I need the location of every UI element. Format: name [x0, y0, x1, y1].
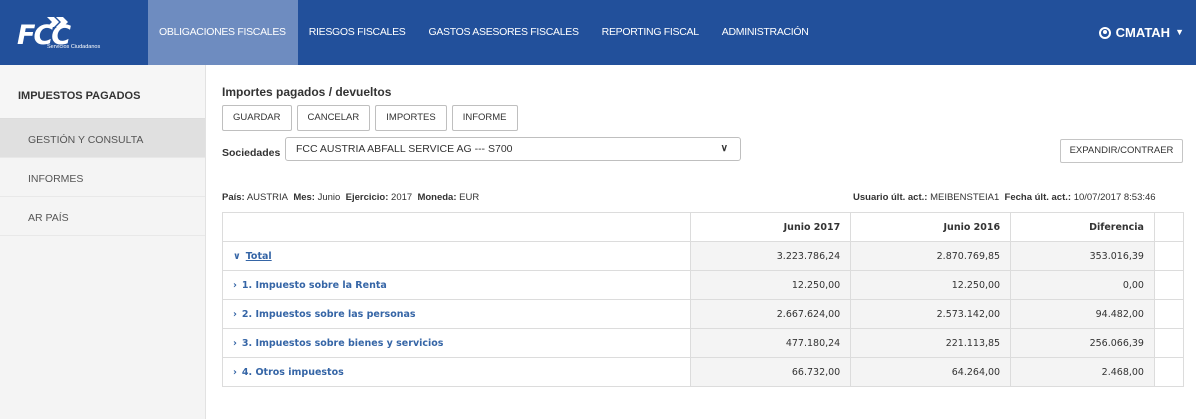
cell-value: 64.264,00: [850, 357, 1012, 387]
row-label-text: 3. Impuestos sobre bienes y servicios: [241, 337, 444, 349]
sidebar-heading: IMPUESTOS PAGADOS: [0, 65, 205, 119]
header-diferencia: Diferencia: [1010, 212, 1155, 242]
table-row: › 1. Impuesto sobre la Renta 12.250,00 12…: [221, 270, 1185, 300]
logo-subtitle: Servicios Ciudadanos: [47, 44, 101, 50]
chevron-right-icon: ›: [233, 279, 237, 291]
usuario-value: MEIBENSTEIA1: [930, 192, 1000, 203]
nav-gastos-asesores-fiscales[interactable]: GASTOS ASESORES FISCALES: [417, 0, 590, 65]
cell-value: 3.223.786,24: [690, 241, 852, 271]
ejercicio-label: Ejercicio:: [345, 192, 389, 203]
logo-arrows-icon: [47, 17, 68, 27]
cell-value: 2.468,00: [1010, 357, 1155, 387]
cell-blank: [1153, 357, 1185, 387]
cell-value: 94.482,00: [1010, 299, 1155, 329]
sidebar-item-gestion-consulta[interactable]: GESTIÓN Y CONSULTA: [0, 119, 205, 158]
row-label-bienes-servicios[interactable]: › 3. Impuestos sobre bienes y servicios: [221, 328, 692, 358]
nav-obligaciones-fiscales[interactable]: OBLIGACIONES FISCALES: [148, 0, 298, 65]
row-label-total[interactable]: ∨ Total: [221, 241, 692, 271]
toolbar: GUARDAR CANCELAR IMPORTES INFORME: [222, 105, 518, 131]
user-name: CMATAH: [1115, 25, 1171, 40]
cell-blank: [1153, 328, 1185, 358]
caret-down-icon: ▼: [1175, 27, 1184, 37]
moneda-label: Moneda:: [417, 192, 457, 203]
user-icon: [1098, 26, 1111, 39]
cell-blank: [1153, 241, 1185, 271]
pais-value: AUSTRIA: [246, 192, 289, 203]
meta-info-left: País: AUSTRIA Mes: Junio Ejercicio: 2017…: [222, 192, 479, 203]
cell-value: 2.870.769,85: [850, 241, 1012, 271]
cell-value: 12.250,00: [850, 270, 1012, 300]
row-label-personas[interactable]: › 2. Impuestos sobre las personas: [221, 299, 692, 329]
sociedades-select[interactable]: FCC AUSTRIA ABFALL SERVICE AG --- S700 ∨: [285, 137, 741, 161]
sociedades-label: Sociedades: [222, 147, 281, 159]
top-navigation-bar: FCC Servicios Ciudadanos OBLIGACIONES FI…: [0, 0, 1196, 65]
row-label-text: 1. Impuesto sobre la Renta: [241, 279, 387, 291]
sidebar: IMPUESTOS PAGADOS GESTIÓN Y CONSULTA INF…: [0, 65, 206, 419]
header-junio-2016: Junio 2016: [850, 212, 1012, 242]
fecha-label: Fecha últ. act.:: [1004, 192, 1072, 203]
header-blank: [221, 212, 692, 242]
cell-value: 2.667.624,00: [690, 299, 852, 329]
cell-blank: [1153, 270, 1185, 300]
sidebar-item-informes[interactable]: INFORMES: [0, 158, 205, 197]
amounts-button[interactable]: IMPORTES: [375, 105, 447, 131]
table-row: › 3. Impuestos sobre bienes y servicios 4…: [221, 328, 1185, 358]
sidebar-item-ar-pais[interactable]: AR PAÍS: [0, 197, 205, 236]
row-label-text: Total: [245, 250, 272, 262]
cell-value: 2.573.142,00: [850, 299, 1012, 329]
sociedades-selected-value: FCC AUSTRIA ABFALL SERVICE AG --- S700: [296, 143, 513, 155]
chevron-down-icon: ∨: [233, 250, 241, 262]
nav-administracion[interactable]: ADMINISTRACIÓN: [711, 0, 821, 65]
pais-label: País:: [222, 192, 245, 203]
usuario-label: Usuario últ. act.:: [853, 192, 928, 203]
ejercicio-value: 2017: [391, 192, 413, 203]
cancel-button[interactable]: CANCELAR: [296, 105, 371, 131]
table-row: ∨ Total 3.223.786,24 2.870.769,85 353.016…: [221, 241, 1185, 271]
header-extra: [1153, 212, 1185, 242]
page-title: Importes pagados / devueltos: [222, 85, 392, 99]
cell-value: 66.732,00: [690, 357, 852, 387]
chevron-right-icon: ›: [233, 337, 237, 349]
cell-value: 353.016,39: [1010, 241, 1155, 271]
cell-value: 477.180,24: [690, 328, 852, 358]
nav-reporting-fiscal[interactable]: REPORTING FISCAL: [591, 0, 711, 65]
row-label-text: 2. Impuestos sobre las personas: [241, 308, 416, 320]
nav-riesgos-fiscales[interactable]: RIESGOS FISCALES: [298, 0, 418, 65]
amounts-table: Junio 2017 Junio 2016 Diferencia ∨ Total …: [221, 212, 1185, 387]
fecha-value: 10/07/2017 8:53:46: [1073, 192, 1156, 203]
cell-value: 0,00: [1010, 270, 1155, 300]
row-label-renta[interactable]: › 1. Impuesto sobre la Renta: [221, 270, 692, 300]
meta-info-right: Usuario últ. act.: MEIBENSTEIA1 Fecha úl…: [853, 192, 1156, 203]
mes-label: Mes:: [293, 192, 315, 203]
user-menu[interactable]: CMATAH ▼: [1098, 0, 1184, 65]
table-header-row: Junio 2017 Junio 2016 Diferencia: [221, 212, 1185, 242]
chevron-down-icon: ∨: [720, 143, 728, 154]
row-label-text: 4. Otros impuestos: [241, 366, 344, 378]
cell-value: 12.250,00: [690, 270, 852, 300]
table-row: › 2. Impuestos sobre las personas 2.667.6…: [221, 299, 1185, 329]
expand-collapse-button[interactable]: EXPANDIR/CONTRAER: [1060, 139, 1183, 163]
fcc-logo[interactable]: FCC Servicios Ciudadanos: [7, 14, 133, 54]
cell-blank: [1153, 299, 1185, 329]
moneda-value: EUR: [459, 192, 480, 203]
report-button[interactable]: INFORME: [451, 105, 518, 131]
chevron-right-icon: ›: [233, 366, 237, 378]
row-label-otros[interactable]: › 4. Otros impuestos: [221, 357, 692, 387]
table-row: › 4. Otros impuestos 66.732,00 64.264,00 …: [221, 357, 1185, 387]
cell-value: 221.113,85: [850, 328, 1012, 358]
header-junio-2017: Junio 2017: [690, 212, 852, 242]
chevron-right-icon: ›: [233, 308, 237, 320]
cell-value: 256.066,39: [1010, 328, 1155, 358]
main-nav: OBLIGACIONES FISCALES RIESGOS FISCALES G…: [148, 0, 821, 65]
mes-value: Junio: [317, 192, 341, 203]
save-button[interactable]: GUARDAR: [222, 105, 292, 131]
